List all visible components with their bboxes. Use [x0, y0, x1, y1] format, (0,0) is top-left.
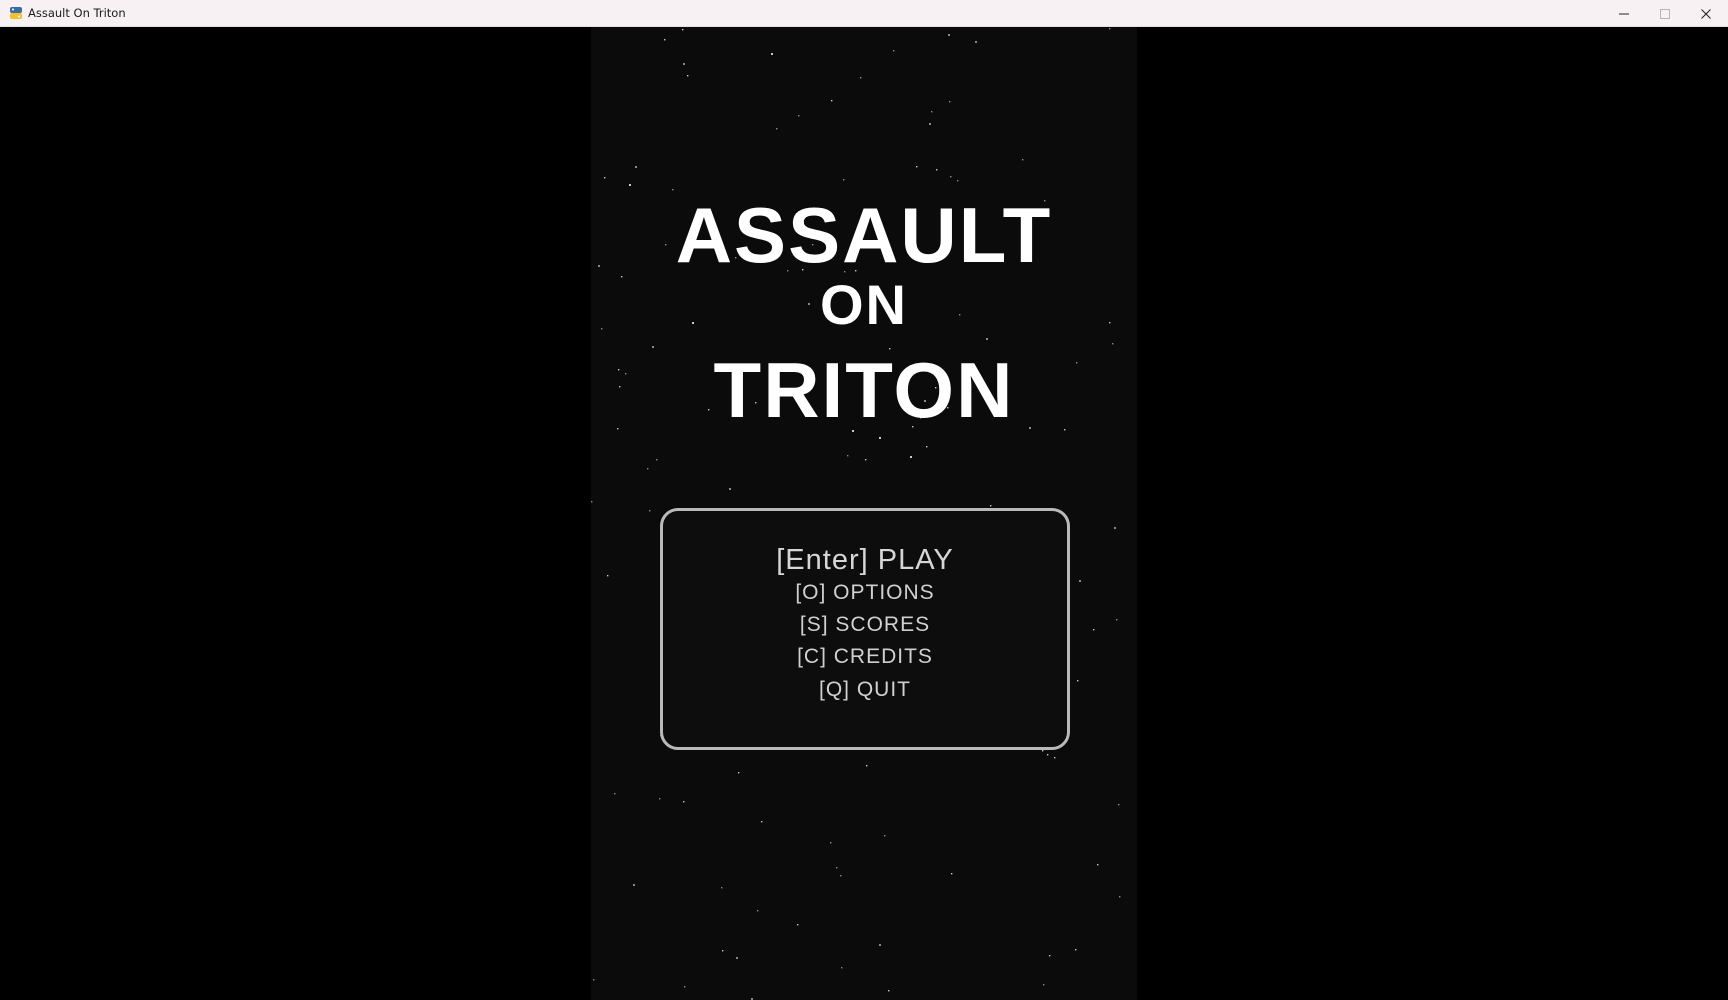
star [916, 166, 918, 168]
star [635, 166, 637, 168]
star [761, 821, 763, 823]
star [843, 179, 845, 181]
star [831, 100, 833, 102]
star [840, 875, 842, 877]
star [604, 177, 606, 179]
star [1022, 159, 1024, 161]
star [683, 801, 685, 803]
star [1109, 28, 1111, 30]
star [738, 772, 740, 774]
menu-credits[interactable]: [C] CREDITS [663, 644, 1067, 670]
game-title-line-2: ON [820, 273, 908, 336]
star [1097, 864, 1099, 866]
star [591, 501, 593, 503]
star [1075, 949, 1077, 951]
main-menu: [Enter] PLAY [O] OPTIONS [S] SCORES [C] … [660, 508, 1070, 750]
menu-scores[interactable]: [S] SCORES [663, 612, 1067, 638]
star [860, 77, 862, 79]
star [1114, 527, 1116, 529]
star [1054, 757, 1056, 759]
star [797, 924, 799, 926]
star [629, 184, 631, 186]
game-title-line-3: TRITON [713, 346, 1015, 434]
star [865, 459, 867, 461]
star [649, 510, 651, 512]
game-title-line-1: ASSAULT [675, 191, 1053, 279]
star [949, 101, 951, 103]
star [951, 873, 953, 875]
minimize-button[interactable] [1604, 0, 1644, 27]
star [948, 34, 950, 36]
menu-options[interactable]: [O] OPTIONS [663, 580, 1067, 606]
close-button[interactable] [1686, 0, 1726, 27]
minimize-icon [1619, 13, 1629, 14]
game-window: Assault On Triton ASSAULT ON TRITON [Ent… [0, 0, 1728, 1000]
star [757, 910, 759, 912]
star [1079, 580, 1081, 582]
star [929, 123, 931, 125]
python-icon [10, 7, 22, 19]
star [836, 867, 838, 869]
star [647, 468, 649, 470]
star [1118, 804, 1120, 806]
star [736, 957, 738, 959]
menu-quit[interactable]: [Q] QUIT [663, 677, 1067, 703]
star [682, 29, 684, 31]
star [866, 765, 868, 767]
star [1042, 750, 1044, 752]
star [950, 176, 952, 178]
star [893, 50, 895, 52]
star [721, 887, 723, 889]
star [633, 884, 635, 886]
star [687, 75, 689, 77]
star [986, 338, 988, 340]
star [729, 488, 731, 490]
star [1119, 896, 1121, 898]
star [936, 169, 938, 171]
window-title: Assault On Triton [28, 6, 126, 20]
star [910, 456, 912, 458]
star [593, 979, 595, 981]
star [1047, 754, 1049, 756]
star [614, 793, 616, 795]
star [847, 455, 849, 457]
star [1116, 619, 1118, 621]
star [975, 41, 977, 43]
star [1043, 984, 1045, 986]
star [841, 967, 843, 969]
maximize-icon [1660, 8, 1670, 19]
star [771, 53, 773, 55]
star [957, 180, 959, 182]
game-viewport[interactable]: ASSAULT ON TRITON [Enter] PLAY [O] OPTIO… [0, 27, 1728, 1000]
title-bar[interactable]: Assault On Triton [0, 0, 1728, 27]
star [607, 575, 609, 577]
star [1093, 629, 1095, 631]
star [722, 950, 724, 952]
star [879, 437, 881, 439]
star [1077, 680, 1079, 682]
star [1049, 955, 1051, 957]
star [931, 111, 933, 113]
maximize-button[interactable] [1645, 0, 1685, 27]
star [798, 115, 800, 117]
star [659, 798, 661, 800]
star [776, 128, 778, 130]
star [684, 986, 686, 988]
star [884, 835, 886, 837]
star [990, 505, 992, 507]
star [683, 63, 685, 65]
star [926, 446, 928, 448]
star [888, 990, 890, 992]
close-icon [1701, 8, 1711, 19]
menu-play[interactable]: [Enter] PLAY [663, 543, 1067, 577]
star [830, 842, 832, 844]
star [879, 944, 881, 946]
star [656, 459, 658, 461]
star [664, 39, 666, 41]
play-field[interactable]: ASSAULT ON TRITON [Enter] PLAY [O] OPTIO… [591, 27, 1137, 1000]
